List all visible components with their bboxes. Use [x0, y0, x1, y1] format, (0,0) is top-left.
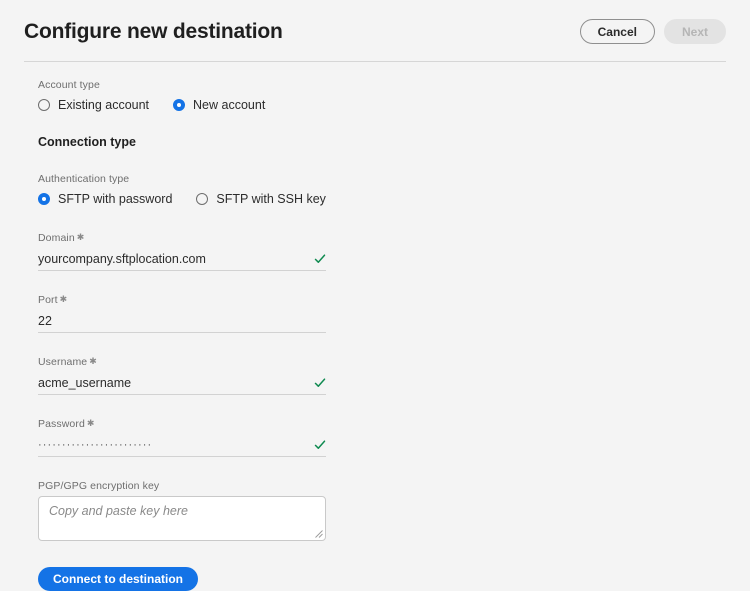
port-label: Port ✱	[38, 292, 326, 307]
page-title: Configure new destination	[24, 19, 283, 43]
radio-icon-sftp-ssh-key[interactable]	[196, 193, 209, 205]
required-asterisk-icon: ✱	[76, 232, 85, 242]
page-header: Configure new destination Cancel Next	[0, 0, 750, 62]
radio-icon-existing-account[interactable]	[38, 99, 50, 111]
username-input[interactable]: acme_username	[38, 372, 308, 394]
radio-option-sftp-password[interactable]: SFTP with password	[38, 193, 172, 206]
radio-label-sftp-ssh-key: SFTP with SSH key	[216, 191, 326, 206]
valid-check-icon	[314, 439, 326, 449]
radio-option-new-account[interactable]: New account	[173, 99, 265, 112]
username-input-row[interactable]: acme_username	[38, 372, 326, 395]
username-label-text: Username	[38, 356, 88, 368]
authentication-type-radio-group: SFTP with password SFTP with SSH key	[38, 189, 750, 209]
domain-input-row[interactable]: yourcompany.sftplocation.com	[38, 248, 326, 271]
required-asterisk-icon: ✱	[89, 356, 97, 366]
port-input[interactable]: 22	[38, 310, 326, 332]
radio-label-existing-account: Existing account	[58, 97, 150, 112]
radio-icon-new-account[interactable]	[173, 99, 186, 111]
cancel-button[interactable]: Cancel	[579, 18, 655, 44]
account-type-radio-group: Existing account New account	[38, 95, 750, 115]
radio-option-existing-account[interactable]: Existing account	[38, 99, 149, 112]
password-input[interactable]: ························	[38, 434, 308, 456]
pgp-key-label: PGP/GPG encryption key	[38, 480, 160, 492]
connection-type-heading: Connection type	[38, 135, 136, 149]
password-input-row[interactable]: ························	[38, 434, 326, 457]
domain-label-text: Domain	[38, 232, 75, 244]
domain-field: Domain ✱ yourcompany.sftplocation.com	[38, 230, 326, 271]
password-label-text: Password	[38, 418, 85, 430]
password-label: Password ✱	[38, 416, 326, 431]
pgp-key-placeholder: Copy and paste key here	[49, 504, 188, 518]
pgp-key-field: PGP/GPG encryption key Copy and paste ke…	[38, 479, 326, 541]
port-input-row[interactable]: 22	[38, 310, 326, 333]
header-divider	[24, 61, 726, 62]
header-actions: Cancel Next	[579, 18, 726, 44]
radio-icon-sftp-password[interactable]	[38, 193, 50, 205]
radio-label-new-account: New account	[193, 97, 266, 112]
domain-input[interactable]: yourcompany.sftplocation.com	[38, 248, 308, 270]
configure-destination-page: Configure new destination Cancel Next Ac…	[0, 0, 750, 591]
password-field: Password ✱ ························	[38, 416, 326, 457]
next-button[interactable]: Next	[663, 18, 726, 44]
valid-check-icon	[314, 377, 326, 387]
radio-label-sftp-password: SFTP with password	[58, 191, 173, 206]
account-type-label: Account type	[38, 79, 100, 91]
radio-option-sftp-ssh-key[interactable]: SFTP with SSH key	[196, 193, 326, 206]
port-label-text: Port	[38, 294, 58, 306]
port-field: Port ✱ 22	[38, 292, 326, 333]
username-label: Username ✱	[38, 354, 326, 369]
resize-handle-icon[interactable]	[314, 529, 323, 538]
authentication-type-label: Authentication type	[38, 173, 130, 185]
connect-to-destination-button[interactable]: Connect to destination	[38, 567, 198, 591]
domain-label: Domain ✱	[38, 230, 326, 245]
destination-form: Account type Existing account New accoun…	[0, 62, 750, 591]
username-field: Username ✱ acme_username	[38, 354, 326, 395]
pgp-key-textarea[interactable]: Copy and paste key here	[38, 496, 326, 541]
required-asterisk-icon: ✱	[86, 418, 95, 428]
valid-check-icon	[314, 253, 326, 263]
required-asterisk-icon: ✱	[59, 294, 68, 304]
